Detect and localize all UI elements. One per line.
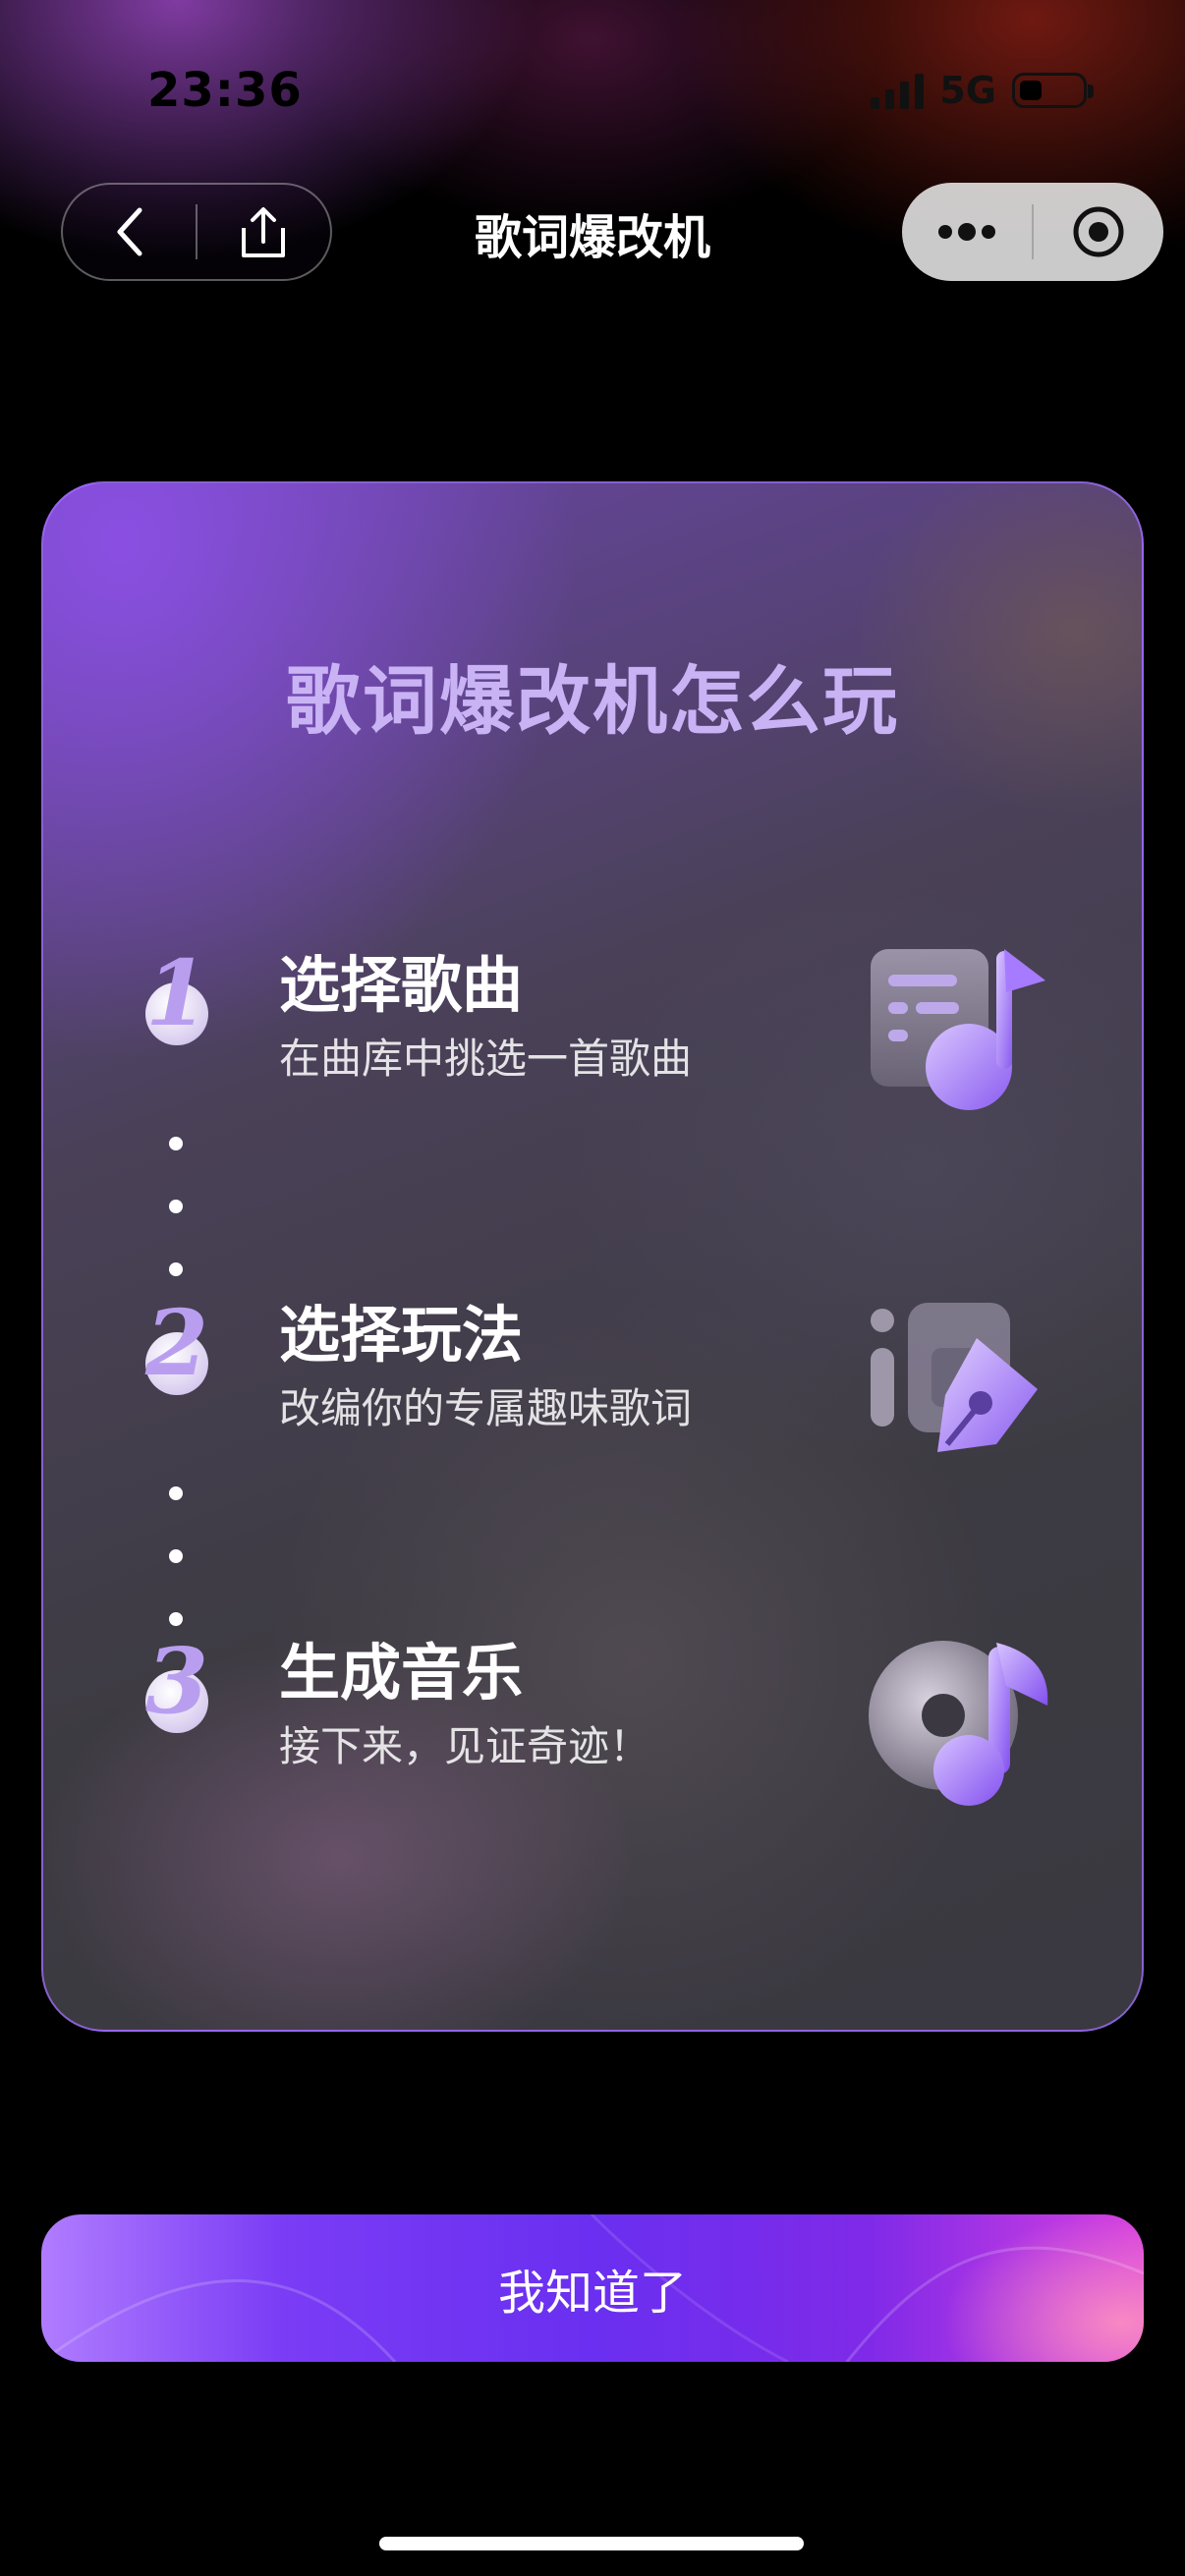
step-3: 3 生成音乐 接下来，见证奇迹！	[43, 1628, 1142, 1829]
music-disc-icon	[869, 1641, 1048, 1806]
music-playlist-icon	[871, 949, 1045, 1110]
status-indicators: 5G	[871, 69, 1094, 112]
step-number-badge: 3	[140, 1628, 214, 1741]
more-dots-icon	[938, 223, 995, 241]
close-miniprogram-button[interactable]	[1034, 183, 1163, 281]
step-number: 3	[144, 1628, 208, 1734]
got-it-button[interactable]: 我知道了	[41, 2214, 1144, 2362]
step-description: 接下来，见证奇迹！	[279, 1722, 651, 1770]
step-number: 2	[144, 1290, 208, 1396]
target-close-icon	[1073, 206, 1124, 257]
home-indicator[interactable]	[379, 2537, 804, 2550]
step-description: 改编你的专属趣味歌词	[279, 1384, 693, 1432]
signal-icon	[871, 72, 925, 109]
step-description: 在曲库中挑选一首歌曲	[279, 1035, 693, 1083]
step-title: 生成音乐	[279, 1637, 524, 1708]
step-1: 1 选择歌曲 在曲库中挑选一首歌曲	[43, 940, 1142, 1142]
step-number-badge: 2	[140, 1290, 214, 1403]
more-button[interactable]	[902, 183, 1032, 281]
step-number-badge: 1	[140, 940, 214, 1053]
step-2: 2 选择玩法 改编你的专属趣味歌词	[43, 1290, 1142, 1491]
battery-icon	[1012, 73, 1094, 108]
how-to-play-card: 歌词爆改机怎么玩 1 选择歌曲 在曲库中挑选一首歌曲 2 选择玩法 改编你的专属…	[41, 481, 1144, 2032]
lyrics-pen-icon	[871, 1303, 1038, 1452]
step-title: 选择玩法	[279, 1299, 524, 1371]
network-type: 5G	[939, 69, 996, 112]
card-title: 歌词爆改机怎么玩	[286, 657, 899, 745]
step-number: 1	[144, 940, 208, 1046]
step-title: 选择歌曲	[279, 949, 524, 1021]
got-it-label: 我知道了	[497, 2266, 687, 2321]
status-time: 23:36	[147, 63, 303, 118]
mini-program-capsule	[902, 183, 1163, 281]
